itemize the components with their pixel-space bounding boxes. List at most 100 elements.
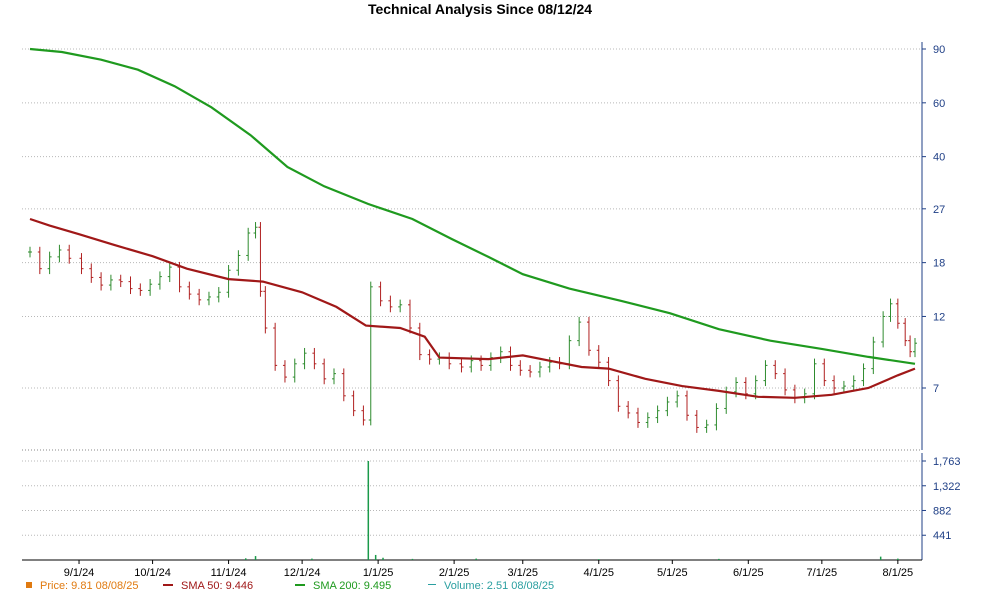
price-bar (488, 352, 493, 371)
price-bar (407, 299, 412, 334)
y-tick-label: 27 (933, 204, 945, 216)
price-bar (606, 357, 611, 387)
price-bar (263, 286, 268, 334)
price-bar (616, 375, 621, 412)
volume-tick-label: 441 (933, 530, 951, 542)
x-tick-label: 10/1/24 (134, 567, 171, 579)
price-bar (447, 352, 452, 370)
price-bar (331, 368, 336, 385)
price-bar (258, 222, 263, 297)
price-bar (459, 358, 464, 373)
legend-sma50: SMA 50: 9.446 (163, 580, 253, 592)
price-bar (167, 261, 172, 283)
price-bar (851, 375, 856, 392)
legend-sma200-marker (295, 584, 305, 586)
price-bar (888, 298, 893, 322)
price-bar (861, 363, 866, 387)
sma50-line (29, 217, 916, 399)
x-tick-label: 3/1/25 (507, 567, 538, 579)
price-bar (895, 298, 900, 329)
price-bar (28, 246, 32, 258)
price-bar (903, 318, 908, 347)
volume-grid (22, 460, 922, 536)
price-bar (596, 345, 601, 368)
x-tick-label: 6/1/25 (733, 567, 764, 579)
price-bar (908, 335, 913, 358)
x-tick-label: 9/1/24 (64, 567, 95, 579)
y-axis: 7 12 18 27 40 60 90 (921, 42, 945, 450)
price-bar (282, 360, 287, 383)
price-bar (547, 357, 552, 373)
price-bar (236, 250, 241, 276)
price-bar (273, 322, 278, 371)
legend-volume-marker (428, 584, 436, 585)
price-bar (37, 246, 42, 275)
price-bar (148, 279, 153, 296)
legend-price: Price: 9.81 08/08/25 (26, 580, 138, 592)
y-tick-label: 60 (933, 98, 945, 110)
y-tick-label: 18 (933, 258, 945, 270)
volume-tick-label: 882 (933, 505, 951, 517)
x-tick-label: 12/1/24 (284, 567, 321, 579)
price-bar (626, 401, 631, 419)
legend-price-text: Price: 9.81 08/08/25 (40, 580, 139, 592)
price-bar (714, 403, 719, 431)
price-bar (368, 281, 373, 426)
price-bar (128, 276, 133, 295)
price-bar (675, 390, 680, 408)
legend-sma200: SMA 200: 9.495 (295, 580, 391, 592)
price-bar (57, 244, 62, 263)
price-bar (528, 365, 533, 378)
price-bar (118, 274, 123, 288)
price-bar (216, 287, 221, 303)
price-bar (206, 291, 211, 306)
price-bar (79, 253, 84, 275)
price-bar (361, 405, 366, 426)
x-axis: 9/1/24 10/1/24 11/1/24 12/1/24 1/1/25 2/1/25 3… (22, 449, 922, 579)
price-bar (246, 227, 251, 261)
price-bar (253, 222, 258, 239)
price-bar (67, 244, 72, 264)
price-bar (138, 283, 143, 296)
x-tick-label: 2/1/25 (439, 567, 470, 579)
volume-axis: 441 882 1,322 1,763 (921, 453, 961, 560)
price-bar (292, 358, 297, 383)
price-bar (187, 281, 192, 300)
price-bar (197, 288, 202, 306)
price-bar (322, 358, 327, 385)
price-bar (685, 390, 690, 421)
price-bar (913, 337, 917, 358)
price-bar (99, 272, 104, 291)
volume-tick-label: 1,763 (933, 456, 961, 468)
x-tick-label: 11/1/24 (211, 567, 247, 579)
x-tick-label: 5/1/25 (657, 567, 688, 579)
y-tick-label: 12 (933, 311, 945, 323)
price-bar (47, 251, 52, 275)
price-bar (518, 360, 523, 376)
x-tick-label: 1/1/25 (363, 567, 394, 579)
legend-sma50-marker (163, 584, 173, 586)
price-bar (312, 347, 317, 370)
x-tick-label: 8/1/25 (883, 567, 914, 579)
price-bar (665, 396, 670, 417)
price-bar (417, 322, 422, 361)
y-tick-label: 90 (933, 44, 945, 56)
x-tick-label: 7/1/25 (807, 567, 838, 579)
price-bar (881, 311, 886, 348)
price-bar (812, 358, 817, 400)
price-bar (398, 299, 403, 313)
price-bar (635, 407, 640, 428)
y-tick-label: 7 (933, 383, 939, 395)
x-tick-label: 4/1/25 (583, 567, 614, 579)
volume-tick-label: 1,322 (933, 481, 961, 493)
price-bar (108, 274, 113, 291)
legend-volume-text: Volume: 2.51 08/08/25 (444, 580, 555, 592)
price-bar (341, 368, 346, 402)
price-bar (694, 410, 699, 433)
price-bar (871, 336, 876, 375)
price-bar (763, 360, 768, 387)
price-bar (157, 271, 162, 290)
price-bar (773, 360, 778, 380)
price-bar (577, 316, 582, 347)
price-bar (427, 349, 432, 365)
